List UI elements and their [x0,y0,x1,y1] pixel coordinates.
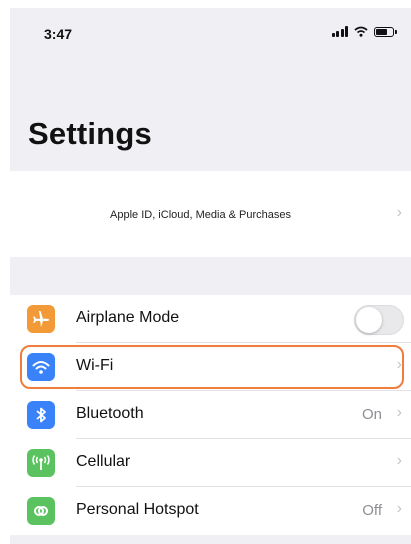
battery-icon [374,26,397,37]
wifi-row[interactable]: Wi-Fi › [10,343,411,391]
cellular-antenna-icon [27,449,55,477]
section-gap [10,535,411,544]
airplane-icon [27,305,55,333]
airplane-mode-row[interactable]: Airplane Mode [10,295,411,343]
bluetooth-icon [27,401,55,429]
chevron-right-icon: › [396,500,402,517]
hotspot-link-icon [27,497,55,525]
wifi-label: Wi-Fi [76,357,114,374]
apple-id-row[interactable]: Apple ID, iCloud, Media & Purchases › [10,171,411,257]
bluetooth-label: Bluetooth [76,405,144,422]
status-icons [331,26,397,37]
battery-level [376,28,387,35]
chevron-right-icon: › [396,204,402,221]
chevron-right-icon: › [396,356,402,373]
settings-list: Airplane Mode Wi-Fi › Bluetooth On › Cel… [10,295,411,535]
status-time: 3:47 [44,26,73,42]
wifi-icon [27,353,55,381]
chevron-right-icon: › [396,452,402,469]
cellular-signal-icon [331,26,348,37]
personal-hotspot-value: Off [362,502,382,519]
wifi-status-icon [354,26,368,37]
settings-screen: 3:47 Settings Apple ID, iCloud, Media & … [10,8,411,544]
airplane-mode-label: Airplane Mode [76,309,180,326]
page-title: Settings [28,116,152,151]
personal-hotspot-row[interactable]: Personal Hotspot Off › [10,487,411,535]
bluetooth-value: On [361,406,382,423]
airplane-mode-toggle[interactable] [354,305,404,335]
status-bar: 3:47 [10,8,411,60]
cellular-row[interactable]: Cellular › [10,439,411,487]
toggle-knob [356,307,382,333]
chevron-right-icon: › [396,404,402,421]
apple-id-subtitle: Apple ID, iCloud, Media & Purchases [110,209,291,221]
personal-hotspot-label: Personal Hotspot [76,501,199,518]
bluetooth-row[interactable]: Bluetooth On › [10,391,411,439]
cellular-label: Cellular [76,453,131,470]
